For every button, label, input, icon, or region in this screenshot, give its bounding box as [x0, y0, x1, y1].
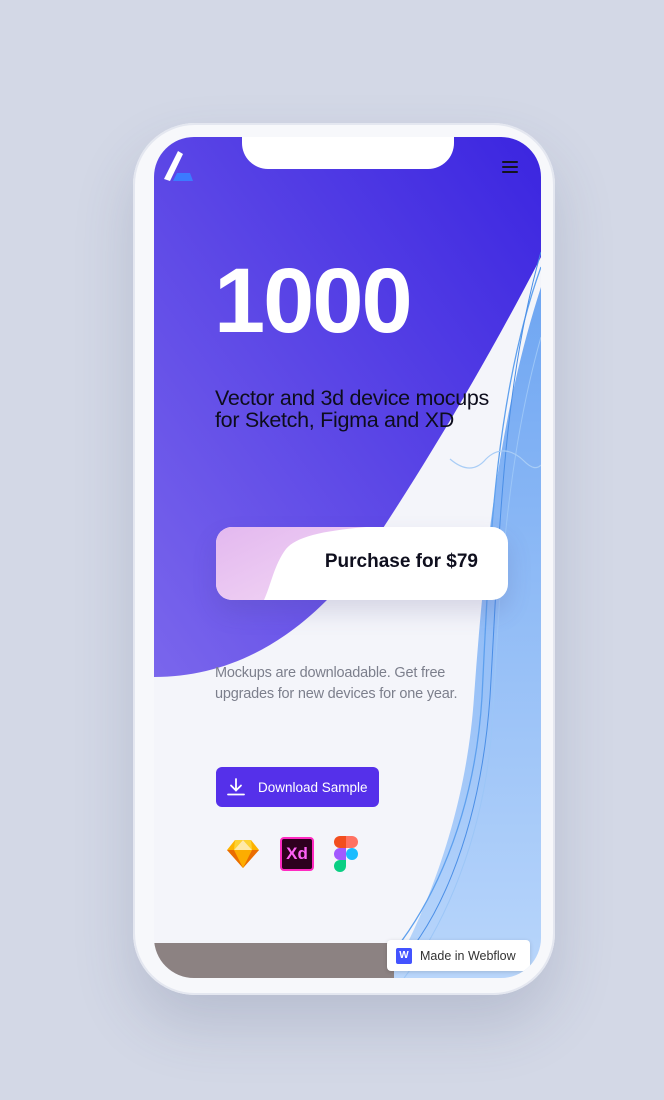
download-icon [227, 778, 245, 796]
xd-icon: Xd [280, 837, 314, 871]
download-sample-button[interactable]: Download Sample [216, 767, 379, 807]
phone-screen: 1000 Vector and 3d device mocups for Ske… [154, 137, 541, 978]
sketch-icon [227, 840, 259, 868]
download-sample-label: Download Sample [258, 779, 368, 795]
app-logo-icon[interactable] [160, 147, 196, 181]
hamburger-menu-icon[interactable] [502, 161, 518, 173]
purchase-label: Purchase for $79 [324, 551, 478, 572]
hero-number: 1000 [214, 250, 413, 352]
hero-subtitle: Vector and 3d device mocups for Sketch, … [215, 386, 489, 432]
description-text: Mockups are downloadable. Get free upgra… [215, 665, 458, 702]
webflow-logo-icon: W [396, 947, 412, 964]
purchase-button[interactable]: Purchase for $79 [216, 527, 508, 600]
phone-notch [242, 137, 454, 169]
figma-icon [334, 836, 358, 872]
made-in-webflow-badge[interactable]: W Made in Webflow [387, 940, 530, 971]
made-in-webflow-label: Made in Webflow [420, 948, 516, 963]
